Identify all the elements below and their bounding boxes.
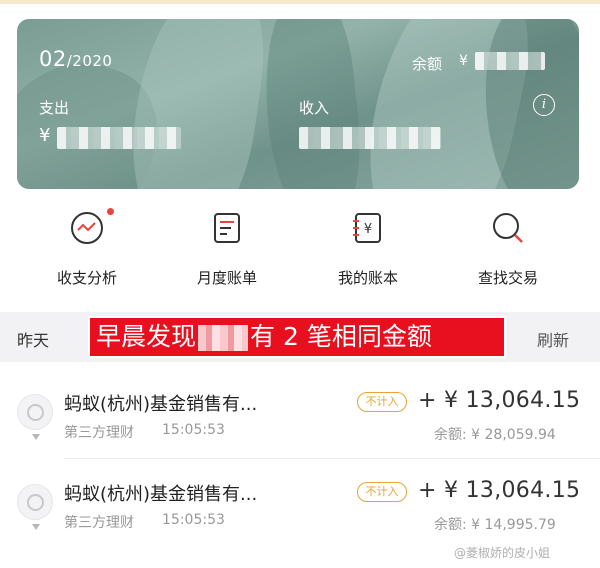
action-income-analysis[interactable]: 收支分析: [17, 205, 157, 290]
transaction-row[interactable]: 蚂蚁(杭州)基金销售有... 第三方理财 15:05:53 不计入 + ¥ 13…: [0, 370, 600, 460]
day-label: 昨天: [17, 331, 50, 350]
banner-redacted-text: [198, 325, 249, 351]
refresh-button[interactable]: 刷新: [537, 327, 569, 351]
month-selector[interactable]: 02/2020: [39, 47, 112, 71]
income-value-redacted: [299, 127, 441, 149]
action-label: 我的账本: [337, 269, 398, 287]
top-strip: [0, 0, 600, 4]
transaction-category: 第三方理财: [64, 515, 134, 531]
excluded-badge: 不计入: [357, 392, 407, 412]
svg-text:¥: ¥: [364, 222, 372, 237]
transaction-time: 15:05:53: [162, 422, 225, 438]
weibo-watermark: @菱椒娇的皮小姐: [454, 546, 551, 560]
action-my-ledger[interactable]: ¥ 我的账本: [298, 205, 438, 290]
action-label: 查找交易: [477, 269, 538, 287]
bill-document-icon: [214, 213, 240, 243]
merchant-name: 蚂蚁(杭州)基金销售有...: [64, 484, 258, 505]
notification-dot: [107, 208, 114, 215]
transaction-balance: 余额: ¥ 14,995.79: [434, 517, 556, 533]
expense-currency: ¥: [39, 125, 51, 146]
excluded-badge: 不计入: [357, 482, 407, 502]
balance-value-redacted: [475, 52, 545, 70]
annotation-banner: 早晨发现 有 2 笔相同金额: [88, 316, 506, 358]
transaction-category: 第三方理财: [64, 425, 134, 441]
month-value: 02: [39, 47, 67, 71]
balance-label: 余额: [412, 55, 443, 73]
banner-text-end: 有 2 笔相同金额: [250, 322, 432, 351]
action-monthly-bill[interactable]: 月度账单: [157, 205, 297, 290]
card-background-leaf: [119, 19, 275, 189]
info-icon[interactable]: i: [533, 94, 555, 116]
transaction-balance: 余额: ¥ 28,059.94: [434, 427, 556, 443]
trend-chart-icon: [71, 212, 103, 244]
merchant-logo-icon: [17, 484, 53, 530]
ledger-book-icon: ¥: [353, 213, 381, 243]
transaction-amount: + ¥ 13,064.15: [418, 478, 581, 503]
merchant-name: 蚂蚁(杭州)基金销售有...: [64, 394, 258, 415]
quick-actions: 收支分析 月度账单 ¥ 我的账本 查找交易: [17, 205, 579, 290]
expense-label: 支出: [39, 99, 70, 117]
income-label: 收入: [299, 99, 330, 117]
search-icon: [493, 213, 523, 243]
expense-value-redacted: [57, 127, 181, 149]
balance-currency: ¥: [459, 53, 468, 69]
action-label: 月度账单: [196, 269, 257, 287]
action-find-transaction[interactable]: 查找交易: [438, 205, 578, 290]
transaction-amount: + ¥ 13,064.15: [418, 388, 581, 413]
row-divider: [64, 458, 600, 459]
year-value: /2020: [66, 52, 113, 70]
transaction-time: 15:05:53: [162, 512, 225, 528]
monthly-summary-card[interactable]: 02/2020 余额 ¥ 支出 ¥ 收入 i: [17, 19, 579, 189]
action-label: 收支分析: [56, 269, 117, 287]
transaction-row[interactable]: 蚂蚁(杭州)基金销售有... 第三方理财 15:05:53 不计入 + ¥ 13…: [0, 460, 600, 550]
banner-text-start: 早晨发现: [96, 322, 197, 351]
merchant-logo-icon: [17, 394, 53, 440]
